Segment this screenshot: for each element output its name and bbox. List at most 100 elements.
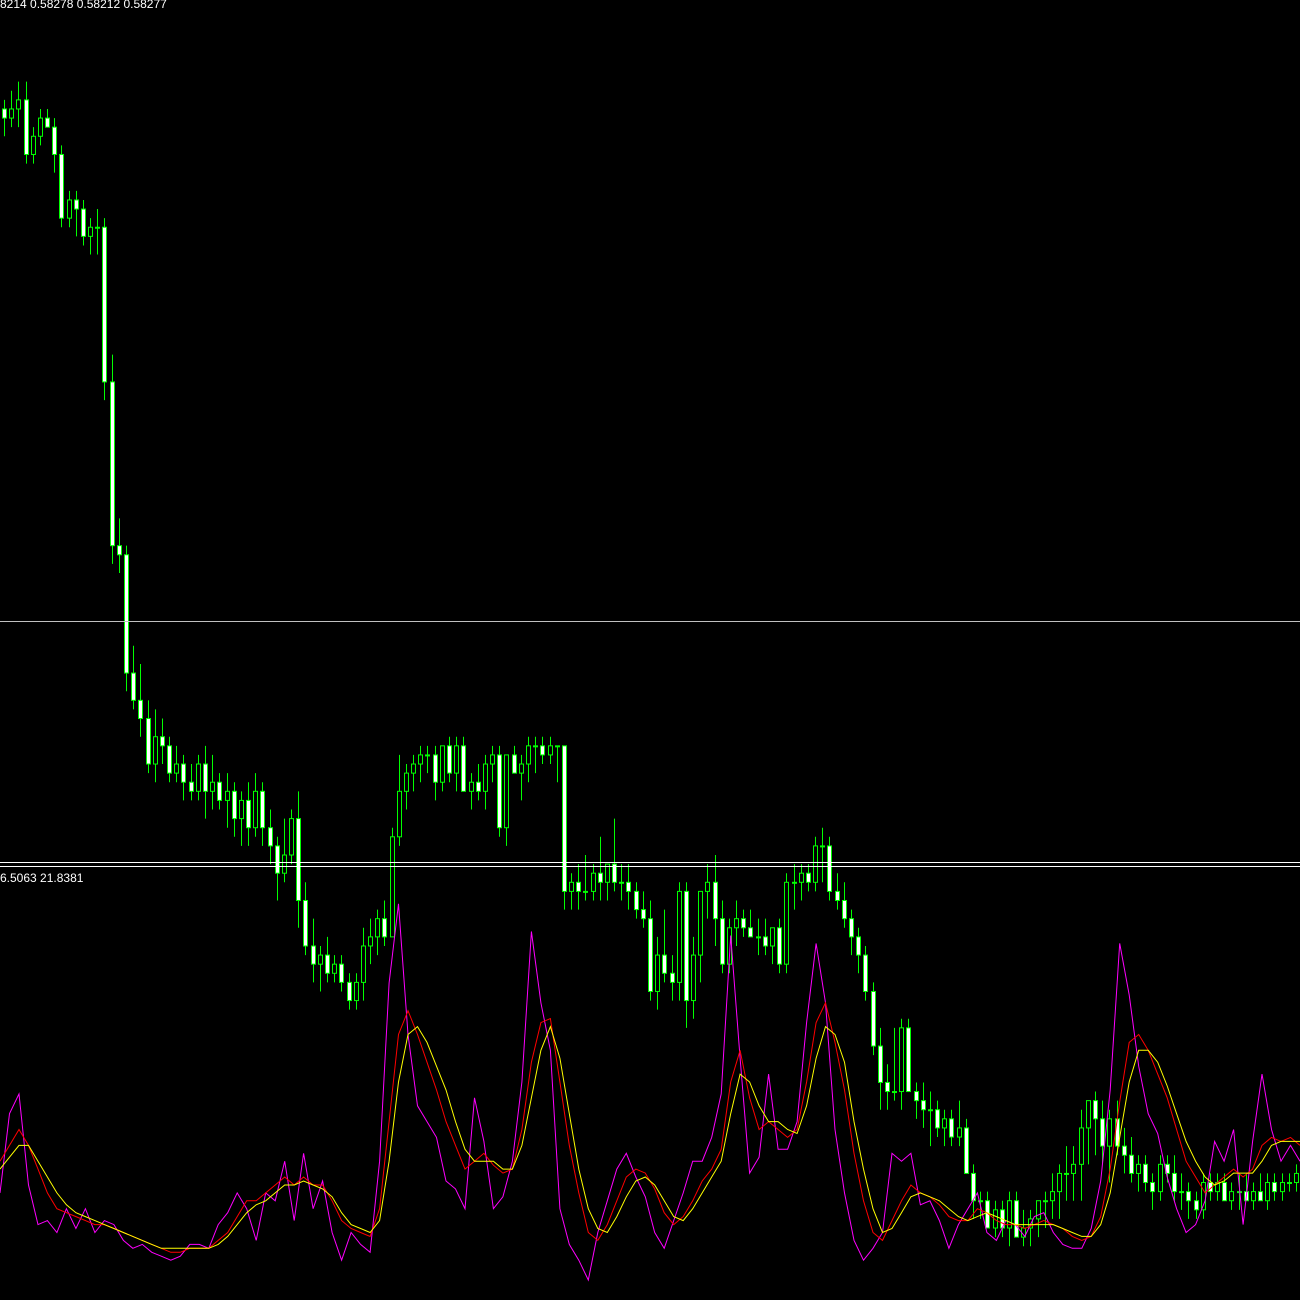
candle-body-down [81, 208, 86, 237]
candle-body-up [1057, 1172, 1062, 1193]
candle-body-up [526, 745, 531, 765]
candle-body-down [863, 954, 868, 992]
candle-body-down [885, 1081, 890, 1093]
candle-body-up [361, 945, 366, 983]
candle-body-up [375, 918, 380, 938]
candle-body-down [102, 226, 107, 383]
candle-body-up [619, 881, 624, 884]
candle-body-down [1272, 1182, 1277, 1193]
candle-body-down [203, 763, 208, 792]
candle-body-up [9, 108, 14, 119]
candle-body-up [820, 845, 825, 848]
candle-body-up [1179, 1191, 1184, 1194]
candle-body-down [741, 918, 746, 929]
candle-body-down [110, 381, 115, 547]
candle-body-down [117, 545, 122, 556]
candle-body-down [1100, 1118, 1105, 1147]
candle-body-down [461, 745, 466, 792]
candle-body-up [289, 818, 294, 856]
candle-body-up [95, 226, 100, 229]
candle-body-down [849, 918, 854, 938]
candle-body-down [598, 872, 603, 883]
candle-body-down [1186, 1191, 1191, 1202]
candle-body-down [1143, 1163, 1148, 1184]
candle-body-up [440, 745, 445, 783]
candle-body-up [411, 763, 416, 774]
candle-body-down [325, 954, 330, 974]
candle-body-up [591, 872, 596, 892]
candle [59, 145, 64, 228]
candle-body-down [2, 108, 7, 119]
candle-body-up [88, 226, 93, 237]
candle-body-up [16, 99, 21, 110]
candle-body-up [698, 890, 703, 956]
indicator-pane-header: 6.5063 21.8381 [0, 871, 84, 885]
candle-body-up [368, 936, 373, 947]
candle-body-up [792, 881, 797, 884]
candle-body-down [562, 745, 567, 892]
candle-body-down [835, 890, 840, 901]
candle-body-down [1258, 1191, 1263, 1202]
candle-body-up [813, 845, 818, 883]
candle-body-down [935, 1109, 940, 1129]
candle-body-down [1122, 1145, 1127, 1156]
candle-body-down [949, 1118, 954, 1138]
candle-body-up [734, 918, 739, 929]
candle-body-down [1222, 1182, 1227, 1202]
candle-body-down [131, 672, 136, 701]
candle-body-down [347, 981, 352, 1002]
candle-body-up [174, 763, 179, 774]
candle-body-down [433, 754, 438, 783]
candle-body-up [691, 954, 696, 1002]
candle-body-down [447, 745, 452, 774]
candle-body-up [418, 754, 423, 765]
candle-body-up [799, 872, 804, 883]
candle [906, 1018, 911, 1093]
candle-body-down [878, 1045, 883, 1083]
candle [102, 218, 107, 401]
candle-body-up [899, 1027, 904, 1093]
candle-body-down [1172, 1172, 1177, 1193]
candle-body-down [52, 126, 57, 155]
candle [784, 873, 789, 974]
candle-body-up [225, 790, 230, 801]
candle-body-up [31, 135, 36, 155]
candle-body-up [354, 981, 359, 1002]
candle-body-down [1150, 1182, 1155, 1193]
candle-body-down [1129, 1154, 1134, 1174]
candle-body-up [253, 790, 258, 829]
candle [124, 545, 129, 692]
candle-body-down [540, 745, 545, 756]
candle-body-up [282, 854, 287, 874]
candle-body-up [519, 763, 524, 774]
candle-body-up [1280, 1182, 1285, 1193]
candle-body-down [1194, 1200, 1199, 1211]
candle [497, 745, 502, 837]
candle-body-up [1136, 1163, 1141, 1174]
candle-body-down [648, 918, 653, 992]
candle-body-down [921, 1100, 926, 1111]
candle-body-up [210, 781, 215, 792]
candle-body-up [318, 954, 323, 965]
candle-body-up [397, 790, 402, 838]
candle-body-up [1294, 1172, 1299, 1184]
candle-body-up [928, 1109, 933, 1112]
candle-body-up [38, 117, 43, 137]
candle [110, 354, 115, 564]
candle-body-up [1071, 1163, 1076, 1174]
candle-body-up [1036, 1200, 1041, 1220]
candle [390, 827, 395, 938]
candle-body-up [705, 881, 710, 892]
candle-body-down [232, 790, 237, 820]
candle-body-up [1229, 1191, 1234, 1202]
candle-body-down [1014, 1200, 1019, 1238]
candle-body-up [469, 781, 474, 792]
price-pane-header: 8214 0.58278 0.58212 0.58277 [0, 0, 167, 11]
candle [562, 745, 567, 910]
candle [871, 982, 876, 1056]
candle-body-up [1251, 1191, 1256, 1202]
candle-body-down [827, 845, 832, 892]
candle-body-down [842, 899, 847, 920]
candle-body-down [181, 763, 186, 783]
candle-body-down [748, 927, 753, 938]
